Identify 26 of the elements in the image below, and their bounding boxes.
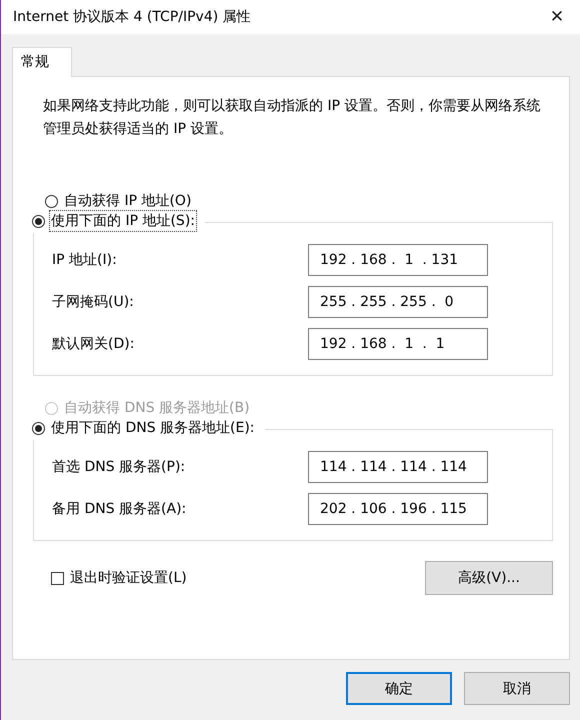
field-label: 子网掩码(U): — [52, 293, 134, 311]
radio-button[interactable] — [45, 194, 58, 208]
dialog-button[interactable]: 取消 — [464, 672, 570, 705]
field-label: 首选 DNS 服务器(P): — [52, 458, 186, 476]
dialog-button[interactable]: 确定 — [346, 672, 452, 705]
radio-button[interactable] — [32, 422, 45, 434]
description-text: 如果网络支持此功能，则可以获取自动指派的 IP 设置。否则，你需要从网络系统管理员处获得适当的 IP 设置。 — [43, 97, 542, 139]
checkbox[interactable] — [51, 572, 64, 584]
radio-button[interactable] — [32, 214, 45, 228]
ip-address-field[interactable]: 192 . 168 . 1 . 1 — [308, 328, 488, 360]
close-button[interactable]: ✕ — [534, 0, 580, 34]
window-title: Internet 协议版本 4 (TCP/IPv4) 属性 — [13, 8, 251, 26]
ip-address-field[interactable]: 114 . 114 . 114 . 114 — [308, 451, 488, 483]
checkbox-label: 退出时验证设置(L) — [69, 569, 188, 588]
advanced-button[interactable]: 高级(V)... — [425, 561, 553, 595]
ip-address-field[interactable]: 192 . 168 . 1 . 131 — [308, 244, 488, 276]
ip-address-field[interactable]: 255 . 255 . 255 . 0 — [308, 286, 488, 318]
tab[interactable]: 常规 — [12, 47, 72, 77]
radio-label: 自动获得 IP 地址(O) — [63, 192, 192, 211]
field-label: 备用 DNS 服务器(A): — [52, 500, 186, 518]
radio-label: 使用下面的 DNS 服务器地址(E): — [50, 419, 256, 438]
ip-address-field[interactable]: 202 . 106 . 196 . 115 — [308, 493, 488, 525]
radio-label: 自动获得 DNS 服务器地址(B) — [63, 399, 251, 418]
field-label: IP 地址(I): — [52, 251, 117, 269]
field-label: 默认网关(D): — [52, 335, 134, 353]
radio-label: 使用下面的 IP 地址(S): — [49, 210, 197, 232]
